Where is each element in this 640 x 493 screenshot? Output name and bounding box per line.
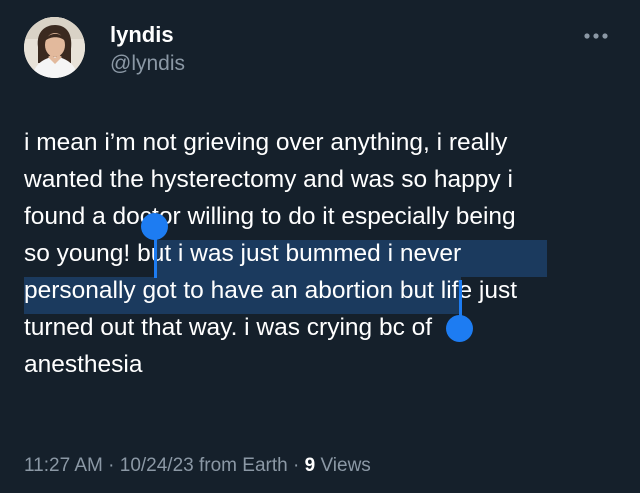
avatar[interactable] (24, 17, 85, 78)
tweet-line-with-selection: personally got to have an abortion but l… (24, 272, 624, 309)
selection-end-handle[interactable] (446, 315, 473, 342)
ellipsis-icon (584, 33, 608, 39)
tweet-time[interactable]: 11:27 AM (24, 455, 103, 476)
avatar-photo (24, 17, 85, 78)
author-name[interactable]: lyndis (110, 22, 174, 48)
tweet-line-with-selection: so young! but i was just bummed i never (24, 235, 624, 272)
tweet-metadata: 11:27 AM · 10/24/23 from Earth · 9 Views (24, 455, 371, 477)
selected-text-segment[interactable]: personally got to have an abortion (24, 277, 393, 304)
tweet-line: anesthesia (24, 351, 143, 378)
tweet-line: turned out that way. i was crying bc of (24, 314, 433, 341)
selection-start-caret[interactable] (154, 230, 157, 278)
views-count[interactable]: 9 (305, 455, 316, 476)
selected-text-segment[interactable]: but i was just bummed i never (137, 240, 461, 267)
views-label[interactable]: Views (315, 455, 370, 476)
tweet-source: from Earth (193, 455, 288, 476)
tweet-line: wanted the hysterectomy and was so happy… (24, 166, 513, 193)
tweet-detail-screen: lyndis @lyndis i mean i’m not grieving o… (0, 0, 640, 493)
tweet-date[interactable]: 10/24/23 (120, 455, 194, 476)
separator-dot: · (287, 455, 305, 476)
tweet-line: i mean i’m not grieving over anything, i… (24, 129, 508, 156)
separator-dot: · (102, 455, 120, 476)
selection-end-caret[interactable] (459, 280, 462, 320)
tweet-text-segment: so young! (24, 240, 138, 267)
author-handle[interactable]: @lyndis (110, 52, 185, 76)
tweet-text[interactable]: i mean i’m not grieving over anything, i… (24, 124, 624, 383)
tweet-text-segment: but life just (393, 277, 518, 304)
tweet-line: found a doctor willing to do it especial… (24, 203, 516, 230)
more-options-button[interactable] (578, 24, 614, 48)
